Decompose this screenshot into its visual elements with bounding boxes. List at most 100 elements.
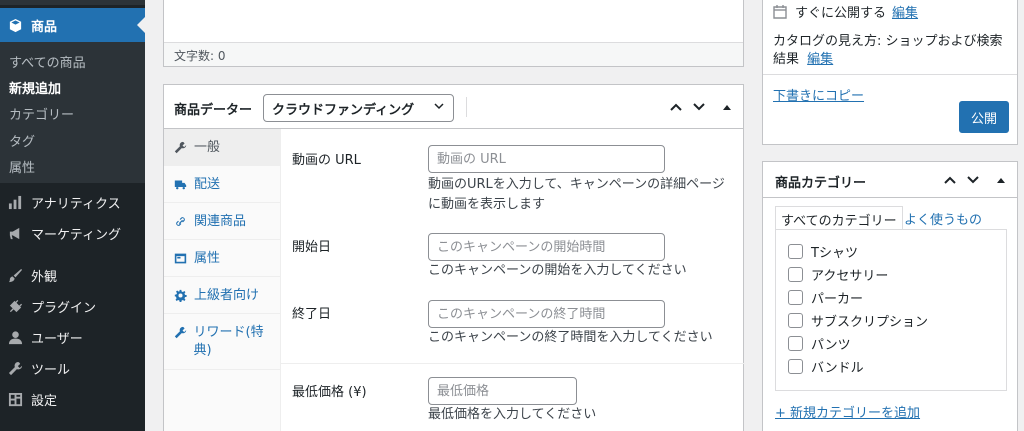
submenu-all-products[interactable]: すべての商品 — [9, 52, 86, 71]
category-item[interactable]: バンドル — [788, 357, 864, 376]
megaphone-icon — [7, 225, 23, 241]
tab-advanced[interactable]: 上級者向け — [164, 277, 281, 314]
min-price-input[interactable] — [428, 377, 577, 405]
tab-attributes[interactable]: 属性 — [164, 240, 281, 277]
content-editor[interactable]: 文字数: 0 — [163, 0, 744, 67]
sidebar-submenu: すべての商品 新規追加 カテゴリー タグ 属性 — [0, 42, 145, 183]
tab-most-used[interactable]: よく使うもの — [899, 206, 987, 230]
tab-rewards[interactable]: リワード(特典) — [164, 314, 281, 370]
sidebar-item-label: プラグイン — [31, 300, 97, 316]
tab-all-categories[interactable]: すべてのカテゴリー — [775, 206, 903, 230]
move-down-button[interactable] — [963, 170, 983, 190]
sidebar-item-products[interactable]: 商品 — [0, 8, 145, 42]
gear-icon — [174, 287, 188, 302]
category-item[interactable]: アクセサリー — [788, 265, 888, 284]
chevron-up-icon — [670, 103, 682, 111]
move-down-button[interactable] — [689, 97, 709, 117]
cube-icon — [7, 17, 23, 33]
category-item[interactable]: サブスクリプション — [788, 311, 928, 330]
publish-box: すぐに公開する 編集 カタログの見え方: ショップおよび検索結果 編集 下書きに… — [762, 0, 1018, 145]
sidebar-item-label: 商品 — [31, 19, 58, 35]
field-divider — [281, 363, 745, 364]
catalog-edit-link[interactable]: 編集 — [807, 52, 833, 67]
submenu-add-new[interactable]: 新規追加 — [9, 78, 61, 97]
tab-label: リワード(特典) — [193, 325, 264, 358]
product-data-panel: 商品データー クラウドファンディング 一般 配送 関連商品 属性 上級者向け リ… — [163, 84, 745, 431]
triangle-up-icon — [997, 178, 1005, 183]
product-type-select[interactable]: クラウドファンディング — [263, 94, 454, 122]
copy-to-draft-link[interactable]: 下書きにコピー — [773, 85, 864, 104]
category-label: アクセサリー — [811, 269, 889, 284]
product-data-tabs: 一般 配送 関連商品 属性 上級者向け リワード(特典) — [164, 129, 281, 431]
chevron-down-icon — [693, 103, 705, 111]
sidebar-item-label: アナリティクス — [31, 196, 121, 212]
tab-label: 属性 — [194, 251, 221, 266]
category-item[interactable]: パンツ — [788, 334, 851, 353]
publish-edit-link[interactable]: 編集 — [892, 2, 918, 21]
category-checkbox[interactable] — [788, 267, 803, 282]
category-item[interactable]: パーカー — [788, 288, 863, 307]
tab-general[interactable]: 一般 — [164, 129, 281, 166]
sidebar-item-settings[interactable]: 設定 — [0, 384, 145, 414]
start-date-label: 開始日 — [292, 240, 332, 255]
publish-immediately-text: すぐに公開する — [795, 6, 887, 21]
sidebar-previous-item[interactable] — [0, 0, 145, 5]
product-data-title: 商品データー — [174, 103, 253, 118]
sidebar-item-label: ユーザー — [31, 331, 83, 347]
category-label: バンドル — [811, 361, 864, 376]
word-count: 文字数: 0 — [164, 42, 743, 66]
paintbrush-icon — [7, 267, 23, 283]
start-date-description: このキャンペーンの開始を入力してください — [428, 263, 687, 278]
move-up-button[interactable] — [940, 170, 960, 190]
sidebar-item-analytics[interactable]: アナリティクス — [0, 187, 145, 217]
sidebar-item-label: ツール — [31, 362, 71, 378]
category-label: パンツ — [811, 338, 851, 353]
chevron-up-icon — [944, 176, 956, 184]
plug-icon — [7, 298, 23, 314]
submenu-categories[interactable]: カテゴリー — [9, 104, 74, 123]
sidebar-item-users[interactable]: ユーザー — [0, 322, 145, 352]
min-price-label: 最低価格 (¥) — [292, 385, 367, 400]
product-categories-box: 商品カテゴリー すべてのカテゴリー よく使うもの Tシャツ アクセサリー パーカ… — [762, 161, 1018, 431]
chevron-down-icon — [433, 100, 445, 116]
add-new-category-link[interactable]: + 新規カテゴリーを追加 — [775, 402, 920, 421]
triangle-up-icon — [723, 105, 731, 110]
sidebar-item-appearance[interactable]: 外観 — [0, 260, 145, 290]
truck-icon — [174, 176, 188, 191]
product-type-value: クラウドファンディング — [272, 102, 415, 118]
video-url-input[interactable] — [428, 145, 665, 173]
product-data-header: 商品データー クラウドファンディング — [164, 85, 743, 129]
category-label: サブスクリプション — [811, 315, 929, 330]
tab-shipping[interactable]: 配送 — [164, 166, 281, 203]
catalog-visibility-row: カタログの見え方: ショップおよび検索結果 編集 — [773, 33, 1009, 69]
bar-chart-icon — [7, 194, 23, 210]
category-checkbox[interactable] — [788, 290, 803, 305]
category-checkbox[interactable] — [788, 244, 803, 259]
category-item[interactable]: Tシャツ — [788, 242, 858, 261]
category-checkbox[interactable] — [788, 336, 803, 351]
calendar-icon — [773, 4, 787, 19]
settings-grid-icon — [7, 391, 23, 407]
category-checkbox[interactable] — [788, 313, 803, 328]
toggle-panel-button[interactable] — [991, 170, 1011, 190]
move-up-button[interactable] — [666, 97, 686, 117]
category-checklist: Tシャツ アクセサリー パーカー サブスクリプション パンツ バンドル — [775, 229, 1007, 391]
end-date-input[interactable] — [428, 300, 665, 328]
publish-schedule-row: すぐに公開する 編集 — [773, 2, 918, 21]
start-date-input[interactable] — [428, 233, 665, 261]
sidebar-item-plugins[interactable]: プラグイン — [0, 291, 145, 321]
submenu-tags[interactable]: タグ — [9, 131, 35, 150]
category-label: Tシャツ — [811, 246, 858, 261]
submenu-attributes[interactable]: 属性 — [9, 157, 35, 176]
min-price-description: 最低価格を入力してください — [428, 407, 597, 422]
sidebar-item-tools[interactable]: ツール — [0, 353, 145, 383]
categories-title: 商品カテゴリー — [775, 176, 867, 191]
publish-button[interactable]: 公開 — [959, 101, 1009, 133]
sidebar-item-label: 設定 — [31, 393, 58, 409]
category-checkbox[interactable] — [788, 359, 803, 374]
tab-linked-products[interactable]: 関連商品 — [164, 203, 281, 240]
toggle-panel-button[interactable] — [717, 97, 737, 117]
publish-divider — [763, 74, 1017, 75]
header-divider — [466, 97, 467, 117]
sidebar-item-marketing[interactable]: マーケティング — [0, 218, 145, 248]
